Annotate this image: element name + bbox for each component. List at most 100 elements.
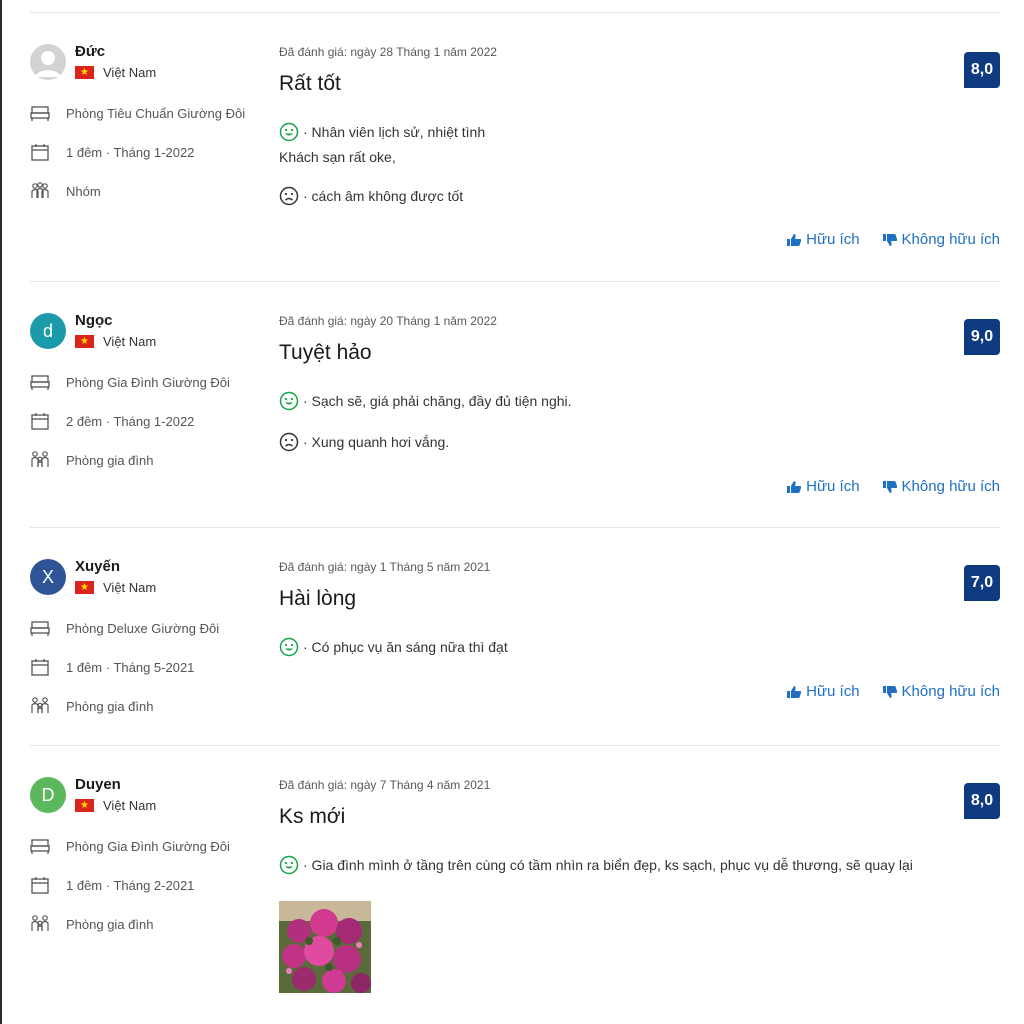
family-icon	[30, 450, 50, 470]
positive-text: · Nhân viên lịch sử, nhiệt tình	[303, 124, 486, 140]
country-label: Việt Nam	[103, 334, 157, 349]
stay-info: 1 đêm · Tháng 1-2022	[30, 142, 194, 162]
review-card: d Ngọc ★ Việt Nam Phòng Gia Đình Giường …	[30, 282, 1000, 527]
calendar-icon	[30, 411, 50, 431]
not-helpful-button[interactable]: Không hữu ích	[882, 231, 1000, 248]
review-actions: Hữu ích Không hữu ích	[786, 478, 1000, 495]
vietnam-flag-icon: ★	[75, 799, 94, 812]
room-type: Phòng Gia Đình Giường Đôi	[30, 836, 230, 856]
traveler-label: Phòng gia đình	[66, 452, 154, 468]
smiley-face-icon	[279, 122, 299, 142]
review-actions: Hữu ích Không hữu ích	[786, 231, 1000, 248]
review-card: X Xuyến ★ Việt Nam Phòng Deluxe Giường Đ…	[30, 528, 1000, 745]
traveler-type: Nhóm	[30, 181, 101, 201]
negative-text: · Xung quanh hơi vắng.	[303, 434, 450, 450]
positive-text: · Có phục vụ ăn sáng nữa thì đạt	[303, 639, 508, 655]
stay-label: 2 đêm · Tháng 1-2022	[66, 413, 195, 429]
vietnam-flag-icon: ★	[75, 66, 94, 79]
avatar: X	[30, 559, 66, 595]
stay-label: 1 đêm · Tháng 2-2021	[66, 877, 195, 893]
review-date: Đã đánh giá: ngày 7 Tháng 4 năm 2021	[279, 778, 491, 792]
avatar-letter: X	[41, 566, 54, 587]
positive-extra-text: Khách sạn rất oke,	[279, 149, 396, 165]
traveler-type: Phòng gia đình	[30, 450, 153, 470]
thumbs-up-icon	[787, 685, 802, 698]
review-score: 8,0	[964, 783, 1000, 819]
smiley-face-icon	[279, 637, 299, 657]
positive-comment: · Có phục vụ ăn sáng nữa thì đạt	[279, 637, 508, 657]
negative-comment: · cách âm không được tốt	[279, 186, 463, 206]
flower-photo-image	[279, 901, 371, 993]
review-title: Ks mới	[279, 805, 346, 828]
avatar-letter: d	[42, 320, 53, 341]
traveler-label: Phòng gia đình	[66, 698, 154, 714]
not-helpful-button[interactable]: Không hữu ích	[882, 683, 1000, 700]
stay-info: 1 đêm · Tháng 2-2021	[30, 875, 194, 895]
positive-comment: · Sạch sẽ, giá phải chăng, đầy đủ tiện n…	[279, 391, 572, 411]
review-date: Đã đánh giá: ngày 20 Tháng 1 năm 2022	[279, 314, 497, 328]
bed-icon	[30, 103, 50, 123]
country-label: Việt Nam	[103, 580, 157, 595]
negative-comment: · Xung quanh hơi vắng.	[279, 432, 449, 452]
country-label: Việt Nam	[103, 798, 157, 813]
reviewer-country: ★ Việt Nam	[75, 65, 156, 80]
review-score: 7,0	[964, 565, 1000, 601]
not-helpful-button[interactable]: Không hữu ích	[882, 478, 1000, 495]
room-type: Phòng Tiêu Chuẩn Giường Đôi	[30, 103, 245, 123]
thumbs-up-icon	[787, 480, 802, 493]
review-actions: Hữu ích Không hữu ích	[786, 683, 1000, 700]
helpful-button[interactable]: Hữu ích	[786, 683, 860, 700]
bed-icon	[30, 836, 50, 856]
review-card: Đức ★ Việt Nam Phòng Tiêu Chuẩn Giường Đ…	[30, 13, 1000, 281]
helpful-label: Hữu ích	[806, 478, 860, 495]
review-score: 9,0	[964, 319, 1000, 355]
room-type: Phòng Gia Đình Giường Đôi	[30, 372, 230, 392]
review-photo[interactable]	[279, 901, 371, 993]
thumbs-down-icon	[882, 480, 897, 493]
stay-label: 1 đêm · Tháng 1-2022	[66, 144, 195, 160]
traveler-label: Phòng gia đình	[66, 916, 154, 932]
room-label: Phòng Deluxe Giường Đôi	[66, 620, 220, 636]
room-label: Phòng Gia Đình Giường Đôi	[66, 374, 230, 390]
thumbs-down-icon	[882, 685, 897, 698]
calendar-icon	[30, 875, 50, 895]
stay-info: 1 đêm · Tháng 5-2021	[30, 657, 194, 677]
reviewer-name: Duyen	[75, 776, 121, 793]
family-icon	[30, 696, 50, 716]
traveler-type: Phòng gia đình	[30, 696, 153, 716]
room-label: Phòng Gia Đình Giường Đôi	[66, 838, 230, 854]
reviewer-name: Xuyến	[75, 558, 121, 575]
thumbs-up-icon	[787, 233, 802, 246]
positive-comment: · Nhân viên lịch sử, nhiệt tình	[279, 122, 485, 142]
helpful-label: Hữu ích	[806, 683, 860, 700]
room-label: Phòng Tiêu Chuẩn Giường Đôi	[66, 105, 246, 121]
not-helpful-label: Không hữu ích	[901, 231, 1000, 248]
reviewer-country: ★ Việt Nam	[75, 798, 156, 813]
bed-icon	[30, 372, 50, 392]
stay-info: 2 đêm · Tháng 1-2022	[30, 411, 194, 431]
reviewer-name: Ngọc	[75, 312, 113, 329]
not-helpful-label: Không hữu ích	[901, 683, 1000, 700]
traveler-label: Nhóm	[66, 183, 101, 199]
positive-text: · Gia đình mình ở tầng trên cùng có tầm …	[303, 857, 913, 873]
avatar-letter: D	[41, 784, 55, 805]
smiley-face-icon	[279, 391, 299, 411]
not-helpful-label: Không hữu ích	[901, 478, 1000, 495]
review-title: Hài lòng	[279, 587, 357, 610]
reviewer-country: ★ Việt Nam	[75, 580, 156, 595]
review-title: Rất tốt	[279, 72, 341, 95]
helpful-label: Hữu ích	[806, 231, 860, 248]
user-placeholder-icon	[35, 51, 61, 77]
vietnam-flag-icon: ★	[75, 335, 94, 348]
window-left-edge	[0, 0, 2, 1024]
helpful-button[interactable]: Hữu ích	[786, 231, 860, 248]
positive-comment: · Gia đình mình ở tầng trên cùng có tầm …	[279, 855, 913, 875]
positive-text: · Sạch sẽ, giá phải chăng, đầy đủ tiện n…	[303, 393, 572, 409]
thumbs-down-icon	[882, 233, 897, 246]
traveler-type: Phòng gia đình	[30, 914, 153, 934]
negative-text: · cách âm không được tốt	[303, 188, 464, 204]
helpful-button[interactable]: Hữu ích	[786, 478, 860, 495]
country-label: Việt Nam	[103, 65, 157, 80]
group-icon	[30, 181, 50, 201]
vietnam-flag-icon: ★	[75, 581, 94, 594]
